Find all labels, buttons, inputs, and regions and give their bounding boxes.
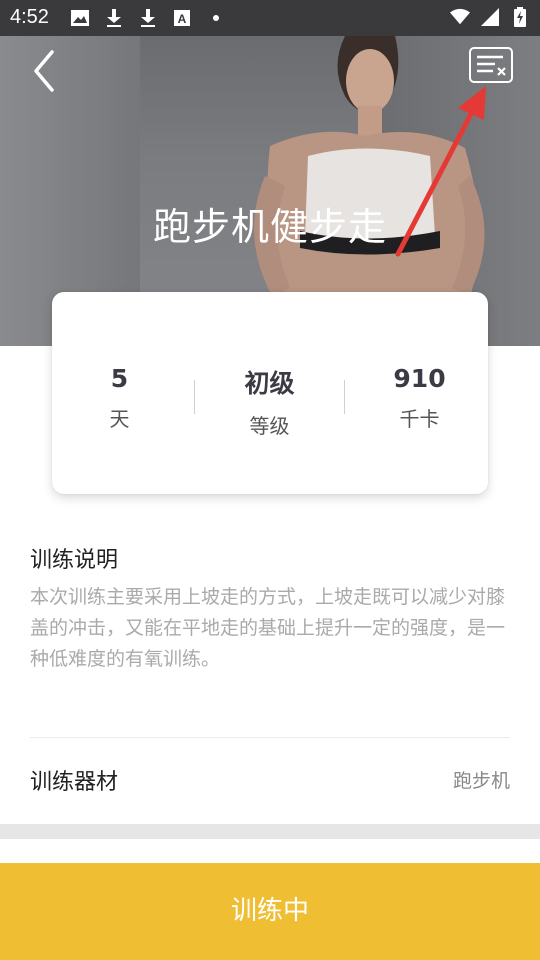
wifi-icon [450,7,470,27]
notification-icons: A [70,8,226,28]
stat-divider [344,380,345,414]
stat-label: 天 [109,407,130,431]
image-icon [70,8,90,28]
system-icons [450,7,530,27]
training-button[interactable]: 训练中 [0,863,540,960]
list-close-icon [477,55,506,76]
stats-card: 5 天 初级 等级 910 千卡 [52,292,488,494]
back-button[interactable] [26,48,66,94]
signal-icon [480,7,500,27]
chevron-left-icon [34,50,54,92]
equipment-label: 训练器材 [30,770,119,795]
stat-level: 初级 等级 [197,364,342,439]
download-icon [138,8,158,28]
divider [30,737,510,738]
stat-value: 初级 [244,369,295,398]
battery-charging-icon [510,7,530,27]
section-separator [0,824,540,839]
stat-days: 5 天 [47,364,192,432]
workout-title: 跑步机健步走 [152,205,387,249]
stat-value: 5 [110,364,129,393]
stat-divider [194,380,195,414]
stat-label: 千卡 [399,407,440,431]
description-title: 训练说明 [30,548,119,573]
download-icon [104,8,124,28]
dot-icon [206,8,226,28]
equipment-value: 跑步机 [452,770,510,792]
svg-text:A: A [178,12,187,26]
font-a-icon: A [172,8,192,28]
stat-value: 910 [393,364,446,393]
description-text: 本次训练主要采用上坡走的方式，上坡走既可以减少对膝盖的冲击，又能在平地走的基础上… [30,586,506,670]
stat-calories: 910 千卡 [347,364,492,432]
status-time: 4:52 [10,6,49,28]
stat-label: 等级 [249,414,290,438]
menu-button[interactable] [469,47,513,83]
status-bar: 4:52 A [0,0,540,36]
